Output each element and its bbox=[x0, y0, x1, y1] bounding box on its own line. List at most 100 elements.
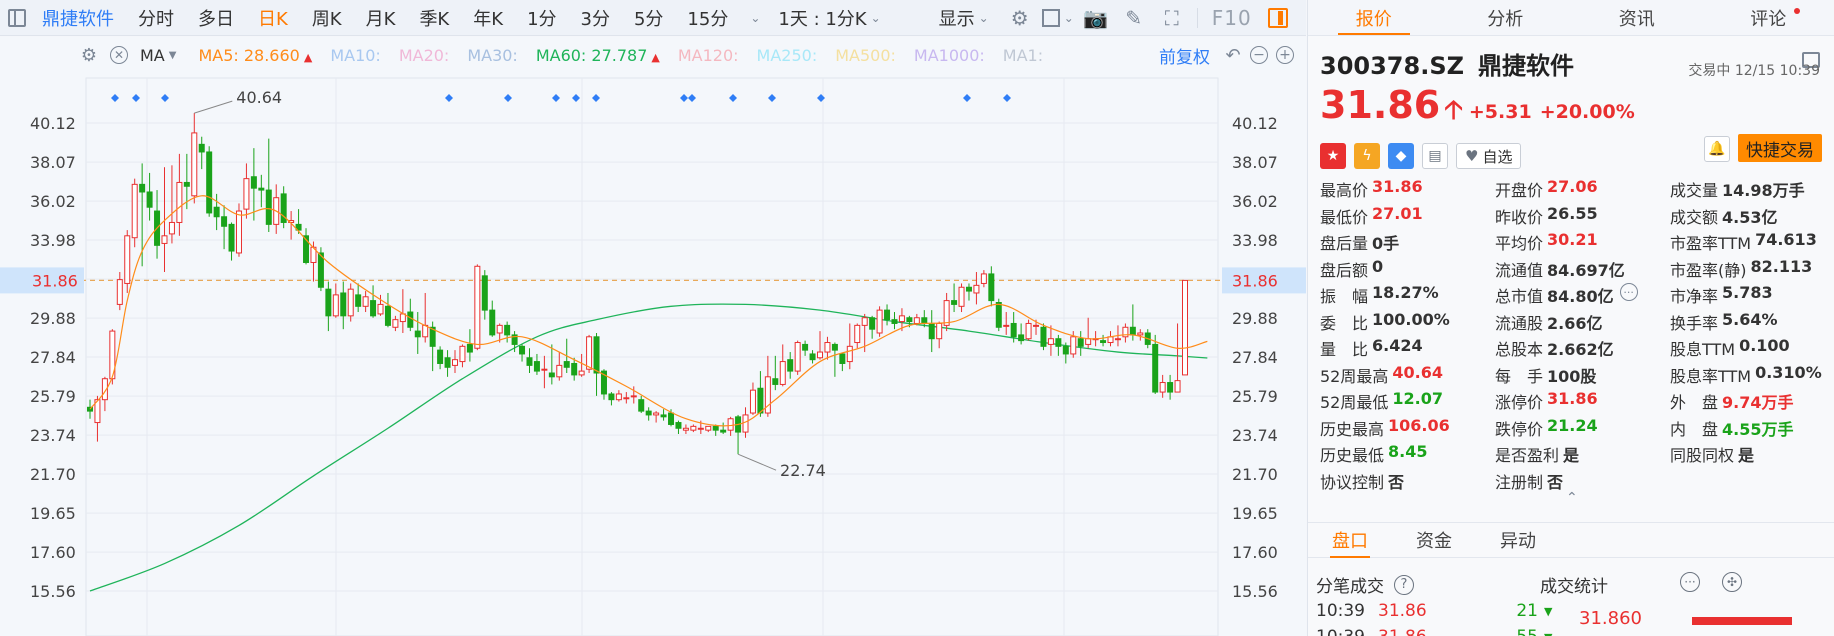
ma-legend-item[interactable]: MA5: 28.660 ▲ bbox=[198, 46, 312, 65]
bell-icon[interactable]: 🔔 bbox=[1704, 136, 1730, 162]
chart-controls: 前复权 ↶ − + bbox=[1159, 37, 1298, 73]
period-tab-0[interactable]: 分时 bbox=[126, 0, 186, 36]
gear-icon[interactable]: ⚙ bbox=[1001, 0, 1039, 36]
pankou-tab-2[interactable]: 异动 bbox=[1476, 522, 1560, 558]
candle-up bbox=[690, 425, 697, 431]
display-dropdown[interactable]: 显示 ⌄ bbox=[927, 0, 1001, 36]
period-tab-7[interactable]: 1分 bbox=[515, 0, 568, 36]
tick-list[interactable]: 10:3931.8621▼10:3931.8655▼ bbox=[1308, 598, 1568, 636]
stat-label: 成交量 bbox=[1670, 181, 1719, 201]
period-tab-2[interactable]: 日K bbox=[246, 0, 300, 36]
note-icon[interactable]: ▤ bbox=[1422, 143, 1448, 169]
sidebar-toggle-icon[interactable] bbox=[8, 8, 26, 27]
add-watchlist-button[interactable]: ♥ 自选 bbox=[1456, 143, 1522, 169]
stat-label: 流通股 bbox=[1495, 313, 1544, 333]
stat-value: 2.66亿 bbox=[1547, 313, 1603, 333]
stat-cell: 52周最高 40.64 bbox=[1320, 363, 1495, 387]
candle-up bbox=[474, 265, 481, 349]
compass-icon[interactable]: ✣ bbox=[1722, 572, 1742, 592]
kline-chart-area[interactable]: 40.12 40.12 38.07 38.07 36.02 36.02 33.98 33.98… bbox=[0, 37, 1306, 636]
candle-up bbox=[1174, 380, 1181, 393]
more-icon[interactable]: ··· bbox=[1619, 283, 1638, 302]
ma-legend-label: MA20: bbox=[398, 45, 450, 65]
candle-up bbox=[459, 345, 466, 363]
zoom-in-icon[interactable]: + bbox=[1272, 42, 1298, 68]
candle-down bbox=[481, 275, 488, 311]
candle-down bbox=[466, 343, 473, 353]
stat-value: 31.86 bbox=[1372, 177, 1423, 197]
candle-up bbox=[556, 364, 563, 378]
chevron-down-icon: ⌄ bbox=[870, 10, 881, 25]
quote-tab-2[interactable]: 资讯 bbox=[1571, 0, 1703, 35]
candle-down bbox=[548, 372, 555, 378]
ma-legend-item[interactable]: MA60: 27.787 ▲ bbox=[536, 46, 660, 65]
stat-value: 106.06 bbox=[1388, 415, 1450, 435]
pankou-tab-1[interactable]: 资金 bbox=[1392, 522, 1476, 558]
ma-legend-item[interactable]: MA1000: bbox=[914, 46, 985, 65]
stat-label: 流通值 bbox=[1495, 260, 1544, 280]
ma-selector[interactable]: MA ▼ bbox=[140, 46, 176, 65]
help-icon[interactable]: ? bbox=[1394, 574, 1414, 595]
kline-chart[interactable]: 40.12 40.12 38.07 38.07 36.02 36.02 33.98 33.98… bbox=[0, 37, 1306, 636]
chevron-up-icon[interactable]: ⌃ bbox=[1566, 490, 1578, 506]
stat-value: 82.113 bbox=[1750, 256, 1813, 276]
period-tab-4[interactable]: 月K bbox=[354, 0, 408, 36]
lightning-icon[interactable]: ϟ bbox=[1354, 143, 1380, 169]
ma-legend-item[interactable]: MA250: bbox=[757, 46, 818, 65]
ma-legend-item[interactable]: MA1: bbox=[1003, 46, 1043, 65]
fuquan-button[interactable]: 前复权 bbox=[1159, 43, 1210, 68]
stat-cell: 52周最低 12.07 bbox=[1320, 389, 1495, 413]
ma-legend-item[interactable]: MA500: bbox=[835, 46, 896, 65]
period-tab-6[interactable]: 年K bbox=[461, 0, 515, 36]
pen-icon[interactable]: ✎ bbox=[1115, 0, 1153, 36]
stat-value: 8.45 bbox=[1388, 442, 1428, 462]
ma-legend-item[interactable]: MA30: bbox=[467, 46, 518, 65]
stat-cell: 是否盈利是 bbox=[1495, 442, 1670, 466]
tick-row: 10:39 31.86 21 ▼ bbox=[1308, 598, 1568, 624]
period-tab-10[interactable]: 15分 bbox=[675, 0, 740, 36]
f10-button[interactable]: F10 bbox=[1204, 6, 1260, 30]
tag-icon[interactable]: ◆ bbox=[1388, 143, 1414, 169]
right-panel-toggle-icon[interactable] bbox=[1267, 7, 1288, 28]
candle-down bbox=[884, 309, 891, 321]
undo-icon[interactable]: ↶ bbox=[1220, 42, 1246, 68]
quote-tab-0[interactable]: 报价 bbox=[1308, 0, 1440, 35]
quote-tab-1[interactable]: 分析 bbox=[1440, 0, 1572, 35]
fullscreen-icon[interactable]: ⛶ bbox=[1153, 0, 1191, 36]
more-icon[interactable]: ··· bbox=[1680, 572, 1700, 592]
stat-label: 注册制 bbox=[1495, 472, 1544, 492]
candle-down bbox=[228, 223, 235, 252]
gear-icon[interactable]: ⚙ bbox=[76, 42, 102, 68]
stock-name: 鼎捷软件 bbox=[1478, 52, 1574, 80]
period-tab-9[interactable]: 5分 bbox=[622, 0, 675, 36]
quote-tab-3[interactable]: 评论 bbox=[1703, 0, 1834, 35]
notification-dot bbox=[1794, 8, 1800, 14]
stat-label: 是否盈利 bbox=[1495, 446, 1560, 466]
stat-label: 量 比 bbox=[1320, 340, 1369, 360]
ma-legend-item[interactable]: MA20: bbox=[399, 46, 450, 65]
price-row: 31.86 🡡 +5.31 +20.00% bbox=[1320, 83, 1822, 135]
divider bbox=[1196, 7, 1198, 28]
period-tab-8[interactable]: 3分 bbox=[569, 0, 622, 36]
quick-trade-button[interactable]: 快捷交易 bbox=[1738, 134, 1822, 162]
overlay-square-icon[interactable]: ⌄ bbox=[1039, 0, 1077, 36]
price-change-pct: +20.00% bbox=[1539, 101, 1635, 123]
camera-icon[interactable]: 📷 bbox=[1077, 0, 1115, 36]
stock-name-link[interactable]: 鼎捷软件 bbox=[36, 0, 126, 36]
close-circle-icon[interactable]: ✕ bbox=[106, 42, 132, 68]
zoom-out-icon[interactable]: − bbox=[1246, 42, 1272, 68]
period-tab-1[interactable]: 多日 bbox=[186, 0, 246, 36]
ma-legend-item[interactable]: MA120: bbox=[678, 46, 739, 65]
more-periods-dropdown[interactable]: ⌄ bbox=[740, 0, 766, 36]
candle-down bbox=[355, 294, 362, 307]
range-select[interactable]: 1天 : 1分K ⌄ bbox=[766, 0, 892, 36]
ma-legend-item[interactable]: MA10: bbox=[330, 46, 381, 65]
period-tab-5[interactable]: 季K bbox=[407, 0, 461, 36]
period-tab-3[interactable]: 周K bbox=[300, 0, 354, 36]
candle-up bbox=[1114, 338, 1121, 341]
triangle-up-icon: ▲ bbox=[651, 50, 660, 64]
candle-down bbox=[265, 189, 272, 225]
stat-cell: 股息TTM 0.100 bbox=[1670, 336, 1830, 360]
pankou-tab-0[interactable]: 盘口 bbox=[1308, 522, 1392, 558]
current-price-label-left: 31.86 bbox=[32, 271, 78, 290]
